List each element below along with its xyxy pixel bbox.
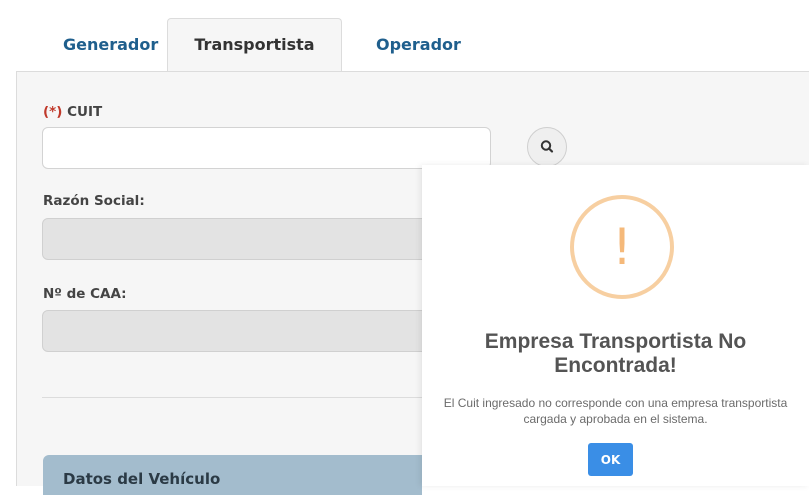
razon-social-label: Razón Social: xyxy=(43,193,145,209)
search-icon xyxy=(540,140,554,153)
tab-operador[interactable]: Operador xyxy=(376,18,461,72)
vehiculo-section-title: Datos del Vehículo xyxy=(63,470,221,488)
warning-icon: ! xyxy=(570,195,674,299)
razon-social-input xyxy=(42,218,442,260)
tab-transportista[interactable]: Transportista xyxy=(167,18,342,73)
caa-label: Nº de CAA: xyxy=(43,286,127,302)
ok-button[interactable]: OK xyxy=(588,443,633,476)
tab-generador[interactable]: Generador xyxy=(63,18,158,72)
caa-input xyxy=(42,310,442,352)
tab-bar: Generador Transportista Operador xyxy=(0,0,809,73)
cuit-label-text: CUIT xyxy=(67,104,103,120)
required-mark: (*) xyxy=(43,104,63,120)
search-button[interactable] xyxy=(527,127,567,167)
dialog-message: El Cuit ingresado no corresponde con una… xyxy=(443,396,788,426)
dialog-title: Empresa Transportista No Encontrada! xyxy=(484,330,747,377)
cuit-input[interactable] xyxy=(42,127,491,169)
alert-dialog: ! Empresa Transportista No Encontrada! E… xyxy=(422,165,809,486)
divider xyxy=(42,397,422,398)
cuit-label: (*) CUIT xyxy=(43,104,102,120)
warning-mark: ! xyxy=(611,218,633,276)
